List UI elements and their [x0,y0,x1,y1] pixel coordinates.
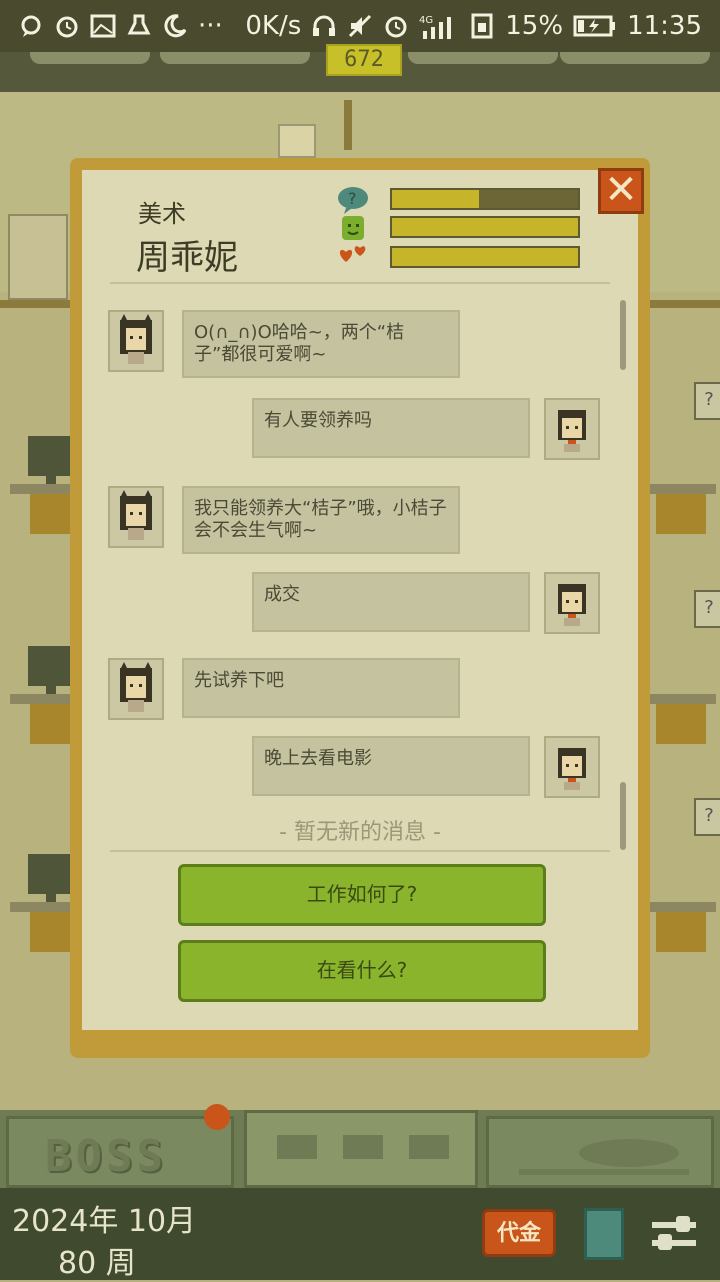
ask-watching-button[interactable]: 在看什么? [178,940,546,1002]
shelf [650,300,720,308]
sim-icon [469,13,495,39]
employee-department: 美术 [138,200,186,228]
signal-icon: 4G [419,13,459,39]
stat-bar-affection [390,246,580,268]
chat-bubble-employee: O(∩_∩)O哈哈~，两个“桔子”都很可爱啊~ [182,310,460,378]
svg-text:?: ? [348,189,357,208]
chat-bubble-boss: 有人要领养吗 [252,398,530,458]
voucher-button[interactable]: 代金 [482,1209,556,1257]
no-new-messages: - 暂无新的消息 - [279,820,441,845]
notification-dot [204,1104,230,1130]
question-bubble-icon: ? [336,186,370,214]
chat-scrollbar-top[interactable] [620,300,626,370]
bookshelf [8,214,68,300]
mute-icon [347,13,373,39]
tab-office[interactable] [486,1116,714,1188]
battery-charging-icon [573,13,617,39]
chat-bubble-employee: 先试养下吧 [182,658,460,718]
hud-pill [30,52,150,64]
green-face-icon [336,214,370,242]
alarm-icon-2 [383,13,409,39]
close-icon: ✕ [604,167,638,213]
hud-pill [408,52,558,64]
employee-avatar [108,486,164,548]
battery-percent: 15% [505,11,564,41]
header-divider [110,282,610,284]
stat-bar-fill [392,248,578,266]
hud-counter: 672 [326,44,402,76]
boss-avatar [544,736,600,798]
shelf [0,300,70,308]
ask-work-button[interactable]: 工作如何了? [178,864,546,926]
npc-question-bubble[interactable]: ? [694,590,720,628]
date-year-month: 2024年 10月 [12,1204,197,1239]
book-icon[interactable] [584,1208,624,1260]
headphones-icon [311,13,337,39]
chat-scrollbar-thumb[interactable] [620,782,626,850]
bottom-tab-bar: BOSS [0,1110,720,1188]
wall-picture [278,124,316,158]
chat-bubble-boss: 晚上去看电影 [252,736,530,796]
employee-avatar [108,658,164,720]
stat-bar-mood [390,188,580,210]
employee-avatar [108,310,164,372]
employees-tab-icon [277,1135,449,1159]
chat-bubble-boss: 成交 [252,572,530,632]
boss-tab-label: BOSS [45,1131,167,1182]
stat-bar-fill [392,218,578,236]
office-tab-icon [519,1139,689,1175]
svg-text:4G: 4G [419,15,433,26]
tab-employees[interactable] [244,1110,478,1188]
date-week: 80 周 [58,1246,136,1281]
hud-pill [160,52,310,64]
close-button[interactable]: ✕ [598,168,644,214]
cleaner-icon [126,13,152,39]
npc-question-bubble[interactable]: ? [694,382,720,420]
overflow-indicator: ··· [198,11,223,41]
clock: 11:35 [627,11,702,41]
stat-bar-health [390,216,580,238]
chat-icon [18,13,44,39]
tab-boss[interactable]: BOSS [6,1116,234,1188]
npc-question-bubble[interactable]: ? [694,798,720,836]
chat-bubble-employee: 我只能领养大“桔子”哦，小桔子会不会生气啊~ [182,486,460,554]
image-icon [90,13,116,39]
chat-divider [110,850,610,852]
boss-avatar [544,398,600,460]
hearts-icon [336,242,370,270]
pole [344,100,352,150]
stat-bar-fill [392,190,480,208]
employee-name: 周乖妮 [136,238,238,278]
hud-pill [560,52,710,64]
alarm-icon [54,13,80,39]
settings-sliders-icon[interactable] [650,1212,698,1256]
boss-avatar [544,572,600,634]
moon-icon [162,13,188,39]
network-speed: 0K/s [245,11,302,41]
